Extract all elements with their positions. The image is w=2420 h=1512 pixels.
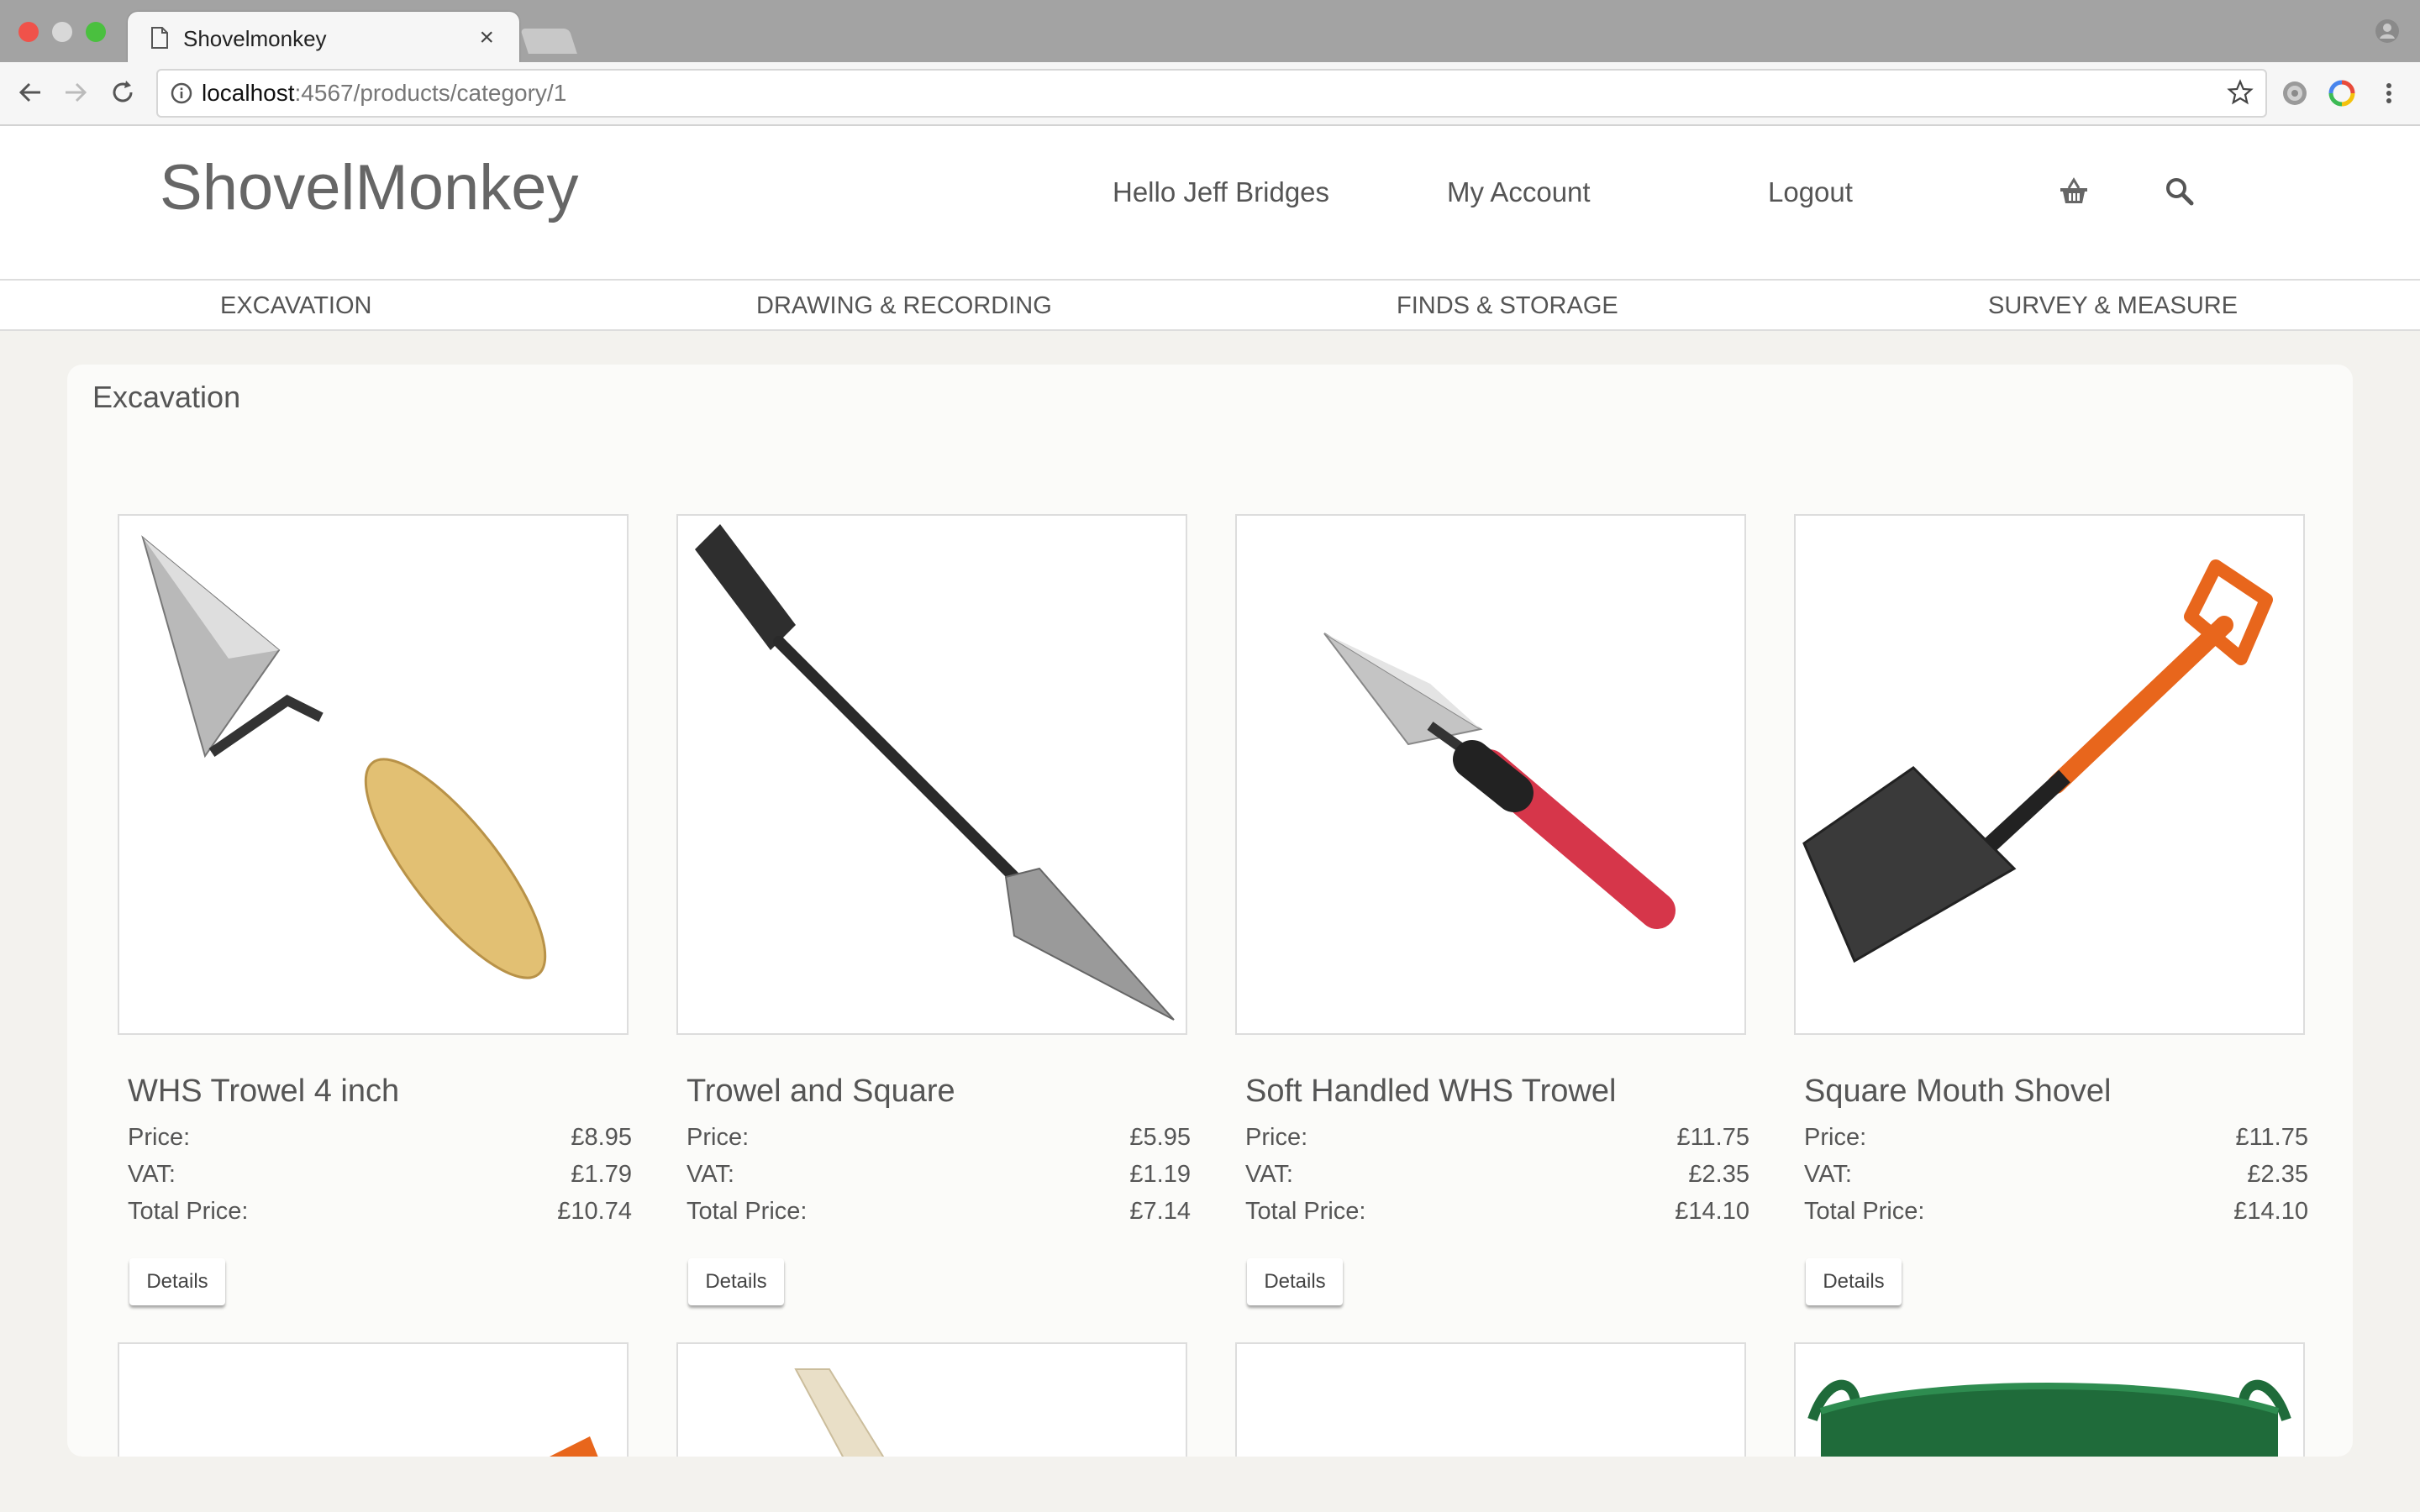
info-icon[interactable] — [170, 81, 193, 105]
total-value: £14.10 — [2233, 1198, 2308, 1225]
price-value: £11.75 — [2235, 1124, 2308, 1151]
category-excavation[interactable]: EXCAVATION — [220, 292, 371, 320]
product-image[interactable] — [1235, 1342, 1746, 1457]
vat-label: VAT: — [128, 1161, 176, 1188]
logout-link[interactable]: Logout — [1768, 176, 1853, 208]
price-label: Price: — [687, 1124, 750, 1151]
document-icon — [151, 27, 168, 49]
extension-gear-icon[interactable] — [2281, 79, 2309, 108]
product-image[interactable] — [676, 514, 1187, 1035]
address-bar[interactable]: localhost:4567/products/category/1 — [156, 69, 2267, 118]
total-label: Total Price: — [1245, 1198, 1366, 1225]
category-finds-storage[interactable]: FINDS & STORAGE — [1397, 292, 1618, 320]
total-value: £10.74 — [557, 1198, 632, 1225]
price-value: £11.75 — [1676, 1124, 1749, 1151]
my-account-link[interactable]: My Account — [1447, 176, 1591, 208]
product-image[interactable] — [1794, 514, 2305, 1035]
product-name[interactable]: WHS Trowel 4 inch — [128, 1074, 399, 1110]
browser-toolbar: localhost:4567/products/category/1 — [0, 62, 2420, 126]
wooden-handle-image — [794, 1368, 885, 1457]
product-image[interactable] — [118, 1342, 629, 1457]
user-greeting: Hello Jeff Bridges — [1113, 176, 1330, 207]
reload-icon[interactable] — [108, 77, 138, 108]
new-tab-button[interactable] — [520, 29, 577, 54]
details-button[interactable]: Details — [688, 1258, 784, 1305]
green-tub-image — [1807, 1379, 2291, 1457]
basket-icon[interactable] — [2057, 175, 2091, 208]
bookmark-star-icon[interactable] — [2227, 79, 2254, 106]
total-label: Total Price: — [687, 1198, 808, 1225]
trowel-square-image — [695, 524, 1175, 1021]
price-label: Price: — [1804, 1124, 1867, 1151]
vat-value: £2.35 — [2247, 1161, 2308, 1188]
vat-value: £1.79 — [571, 1161, 632, 1188]
product-image[interactable] — [1794, 1342, 2305, 1457]
total-value: £14.10 — [1675, 1198, 1749, 1225]
total-label: Total Price: — [128, 1198, 249, 1225]
price-value: £8.95 — [571, 1124, 632, 1151]
close-window-button[interactable] — [18, 22, 39, 42]
vat-label: VAT: — [1804, 1161, 1852, 1188]
url-text: localhost:4567/products/category/1 — [202, 80, 567, 106]
soft-trowel-image — [1323, 633, 1676, 929]
vat-label: VAT: — [1245, 1161, 1293, 1188]
browser-tab[interactable]: Shovelmonkey × — [128, 12, 519, 62]
minimize-window-button[interactable] — [52, 22, 72, 42]
site-logo[interactable]: ShovelMonkey — [160, 151, 579, 224]
extension-color-icon[interactable] — [2328, 79, 2356, 108]
price-label: Price: — [128, 1124, 191, 1151]
category-nav: EXCAVATION DRAWING & RECORDING FINDS & S… — [0, 279, 2420, 331]
price-value: £5.95 — [1129, 1124, 1191, 1151]
product-image[interactable] — [118, 514, 629, 1035]
tab-title: Shovelmonkey — [183, 26, 327, 51]
vat-label: VAT: — [687, 1161, 734, 1188]
product-name[interactable]: Soft Handled WHS Trowel — [1245, 1074, 1616, 1110]
orange-tool-image — [550, 1436, 598, 1457]
category-survey-measure[interactable]: SURVEY & MEASURE — [1988, 292, 2238, 320]
details-button[interactable]: Details — [129, 1258, 225, 1305]
forward-arrow-icon[interactable] — [60, 77, 91, 108]
browser-menu-icon[interactable] — [2375, 79, 2403, 108]
total-label: Total Price: — [1804, 1198, 1925, 1225]
close-tab-icon[interactable]: × — [479, 24, 494, 52]
trowel-image — [141, 535, 547, 979]
product-image[interactable] — [676, 1342, 1187, 1457]
vat-value: £2.35 — [1688, 1161, 1749, 1188]
back-arrow-icon[interactable] — [15, 77, 45, 108]
details-button[interactable]: Details — [1806, 1258, 1902, 1305]
vat-value: £1.19 — [1129, 1161, 1191, 1188]
product-name[interactable]: Trowel and Square — [687, 1074, 955, 1110]
details-button[interactable]: Details — [1247, 1258, 1343, 1305]
shovel-image — [1802, 559, 2273, 963]
product-image[interactable] — [1235, 514, 1746, 1035]
price-label: Price: — [1245, 1124, 1308, 1151]
page-title: Excavation — [92, 380, 241, 414]
total-value: £7.14 — [1129, 1198, 1191, 1225]
product-name[interactable]: Square Mouth Shovel — [1804, 1074, 2111, 1110]
site-header: ShovelMonkey Hello Jeff Bridges My Accou… — [0, 126, 2420, 279]
product-panel: Excavation WHS Trowel 4 inch Price: £8.9… — [67, 365, 2353, 1457]
maximize-window-button[interactable] — [86, 22, 106, 42]
search-icon[interactable] — [2163, 175, 2196, 208]
browser-titlebar: Shovelmonkey × — [0, 0, 2420, 62]
category-drawing-recording[interactable]: DRAWING & RECORDING — [756, 292, 1052, 320]
profile-icon[interactable] — [2375, 18, 2400, 44]
